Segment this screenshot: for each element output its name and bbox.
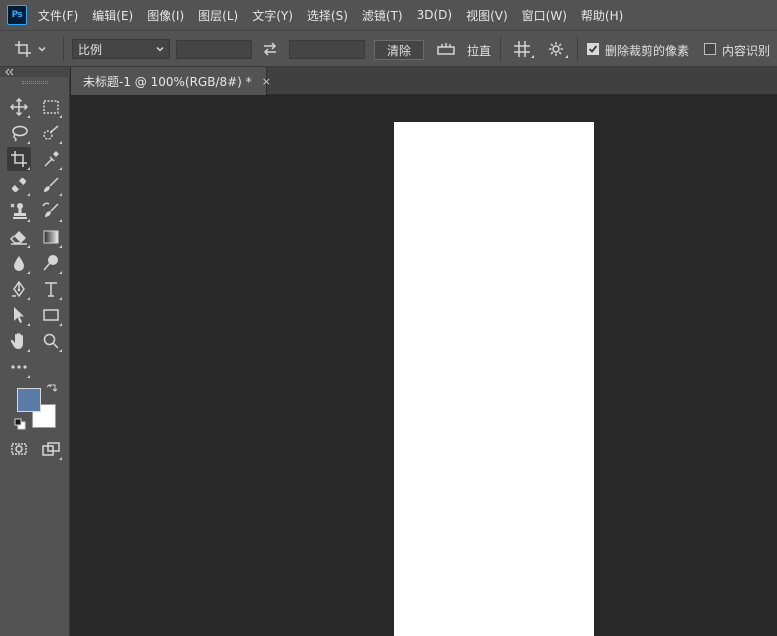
hand-icon	[10, 333, 23, 349]
menu-bar: Ps 文件(F) 编辑(E) 图像(I) 图层(L) 文字(Y) 选择(S) 滤…	[0, 0, 777, 30]
divider	[500, 36, 501, 61]
document-tab-strip: 未标题-1 @ 100%(RGB/8#) * ×	[71, 67, 777, 95]
panel-grip[interactable]	[22, 81, 48, 84]
eyedropper-tool[interactable]	[39, 147, 63, 171]
brush-tool[interactable]	[39, 173, 63, 197]
content-aware-label[interactable]: 内容识别	[722, 42, 770, 59]
content-aware-checkbox[interactable]	[704, 43, 716, 55]
document-canvas[interactable]	[394, 122, 594, 636]
checkmark-icon	[588, 45, 598, 53]
delete-cropped-label[interactable]: 删除裁剪的像素	[605, 42, 689, 59]
chevron-down-icon	[38, 46, 46, 52]
more-tools-icon	[11, 365, 27, 369]
menu-filter[interactable]: 滤镜(T)	[362, 7, 403, 24]
divider	[577, 36, 578, 61]
healing-tool[interactable]	[7, 173, 31, 197]
quick-select-icon	[43, 125, 59, 140]
divider	[63, 36, 64, 61]
zoom-tool[interactable]	[39, 329, 63, 353]
workspace[interactable]	[71, 95, 777, 636]
foreground-color-swatch[interactable]	[17, 388, 41, 412]
crop-icon	[11, 151, 27, 167]
swap-icon[interactable]	[261, 40, 279, 58]
panel-header[interactable]	[0, 67, 70, 77]
menu-window[interactable]: 窗口(W)	[522, 7, 567, 24]
quick-mask-icon	[11, 443, 27, 455]
menu-help[interactable]: 帮助(H)	[581, 7, 623, 24]
ratio-select-value: 比例	[78, 42, 103, 57]
eraser-icon	[10, 231, 27, 245]
quick-mask-button[interactable]	[7, 437, 31, 461]
menu-edit[interactable]: 编辑(E)	[92, 7, 133, 24]
tool-preset-picker[interactable]	[14, 37, 58, 61]
options-bar: 比例 清除 拉直 删除裁剪的像素 内容识别	[0, 30, 777, 67]
menu-image[interactable]: 图像(I)	[147, 7, 184, 24]
clear-button[interactable]: 清除	[374, 40, 424, 60]
swap-colors-icon[interactable]	[46, 383, 60, 397]
straighten-label[interactable]: 拉直	[467, 42, 491, 59]
quick-select-tool[interactable]	[39, 121, 63, 145]
blur-tool[interactable]	[7, 251, 31, 275]
rectangle-tool[interactable]	[39, 303, 63, 327]
dodge-tool[interactable]	[39, 251, 63, 275]
stamp-tool[interactable]	[7, 199, 31, 223]
menu-view[interactable]: 视图(V)	[466, 7, 508, 24]
path-select-icon	[14, 307, 24, 323]
ratio-select[interactable]: 比例	[72, 39, 170, 59]
marquee-tool[interactable]	[39, 95, 63, 119]
menu-3d[interactable]: 3D(D)	[417, 8, 452, 22]
photoshop-logo[interactable]: Ps	[7, 5, 27, 25]
menu-select[interactable]: 选择(S)	[307, 7, 348, 24]
history-brush-icon	[42, 202, 59, 217]
default-colors-icon[interactable]	[14, 418, 26, 430]
pen-icon	[12, 280, 25, 298]
brush-icon	[44, 177, 59, 192]
overlay-grid-icon[interactable]	[512, 39, 534, 61]
more-tools-button[interactable]	[7, 355, 31, 379]
dodge-icon	[43, 255, 58, 271]
menu-layer[interactable]: 图层(L)	[198, 7, 238, 24]
type-tool[interactable]	[39, 277, 63, 301]
gradient-icon	[43, 230, 59, 244]
zoom-icon	[43, 333, 59, 349]
settings-gear-icon[interactable]	[546, 39, 568, 61]
stamp-icon	[10, 203, 27, 219]
tools-panel	[0, 67, 70, 636]
path-select-tool[interactable]	[7, 303, 31, 327]
lasso-icon	[12, 125, 28, 142]
crop-icon	[15, 41, 31, 57]
screen-mode-icon	[42, 442, 60, 456]
gradient-tool[interactable]	[39, 225, 63, 249]
move-tool[interactable]	[7, 95, 31, 119]
marquee-icon	[43, 100, 59, 114]
delete-cropped-checkbox[interactable]	[587, 43, 599, 55]
menu-file[interactable]: 文件(F)	[38, 7, 78, 24]
hand-tool[interactable]	[7, 329, 31, 353]
height-field[interactable]	[289, 40, 365, 59]
rectangle-icon	[43, 309, 59, 321]
screen-mode-button[interactable]	[39, 437, 63, 461]
lasso-tool[interactable]	[7, 121, 31, 145]
blur-icon	[14, 256, 24, 271]
menu-type[interactable]: 文字(Y)	[252, 7, 293, 24]
crop-tool[interactable]	[7, 147, 31, 171]
history-brush-tool[interactable]	[39, 199, 63, 223]
healing-icon	[12, 178, 26, 192]
collapse-icon[interactable]	[4, 68, 14, 76]
eraser-tool[interactable]	[7, 225, 31, 249]
close-icon[interactable]: ×	[262, 75, 271, 88]
type-icon	[45, 282, 57, 297]
move-icon	[10, 98, 28, 116]
width-field[interactable]	[176, 40, 252, 59]
chevron-down-icon	[156, 46, 164, 52]
document-tab-title: 未标题-1 @ 100%(RGB/8#) *	[83, 74, 252, 89]
document-tab[interactable]: 未标题-1 @ 100%(RGB/8#) * ×	[71, 67, 271, 95]
straighten-icon[interactable]	[436, 40, 456, 58]
eyedropper-icon	[44, 151, 59, 167]
pen-tool[interactable]	[7, 277, 31, 301]
